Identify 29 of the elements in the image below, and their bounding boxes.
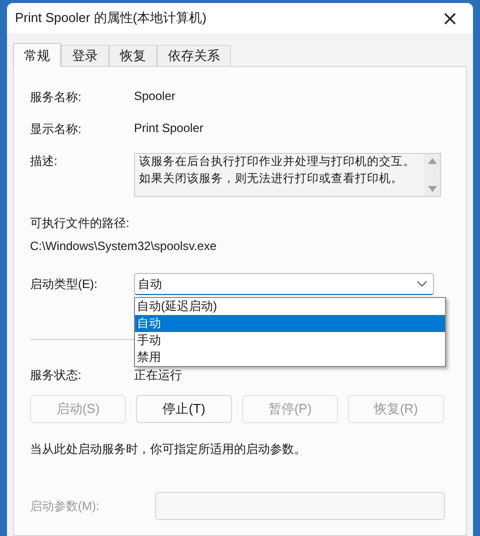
tab[interactable]: 恢复	[109, 45, 157, 66]
dropdown-option[interactable]: 自动(延迟启动)	[135, 298, 445, 315]
field-value: 正在运行	[134, 367, 182, 384]
field-label: 服务状态:	[30, 367, 82, 384]
scroll-up-icon[interactable]	[428, 158, 436, 164]
hint-text: 当从此处启动服务时，你可指定所适用的启动参数。	[30, 441, 307, 458]
scroll-down-icon[interactable]	[428, 186, 436, 192]
field-value: Print Spooler	[134, 121, 204, 135]
field-label: 显示名称:	[30, 121, 82, 138]
tab[interactable]: 常规	[13, 43, 61, 67]
field-label: 启动类型(E):	[30, 276, 98, 292]
chevron-down-icon	[417, 281, 427, 287]
tab[interactable]: 依存关系	[157, 45, 231, 66]
tab[interactable]: 登录	[61, 45, 109, 66]
close-button[interactable]: ×	[435, 4, 465, 32]
path-text: C:\Windows\System32\spoolsv.exe	[30, 239, 217, 253]
field-label: 服务名称:	[30, 89, 82, 106]
dropdown-option[interactable]: 手动	[135, 332, 445, 349]
service-button[interactable]: 停止(T)	[136, 395, 232, 423]
field-label: 可执行文件的路径:	[30, 215, 130, 232]
scrollbar[interactable]	[424, 154, 440, 196]
field-label: 描述:	[30, 153, 58, 170]
field-value: Spooler	[134, 89, 176, 103]
description-text: 该服务在后台执行打印作业并处理与打印机的交互。如果关闭该服务，则无法进行打印或查看打印机。	[139, 154, 416, 187]
window-title: Print Spooler 的属性(本地计算机)	[15, 9, 206, 27]
startup-type-dropdown[interactable]: 自动	[134, 273, 434, 295]
dropdown-option[interactable]: 禁用	[135, 349, 445, 366]
field-label: 启动参数(M):	[30, 498, 100, 514]
dropdown-option[interactable]: 自动	[135, 315, 445, 332]
